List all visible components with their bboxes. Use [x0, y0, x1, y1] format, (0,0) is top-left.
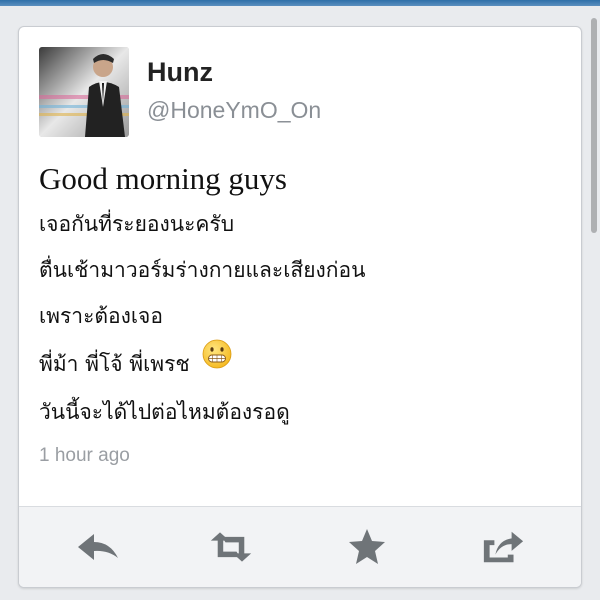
tweet-action-bar: [19, 506, 581, 587]
retweet-icon: [210, 532, 252, 562]
tweet-line: ตื่นเช้ามาวอร์มร่างกายและเสียงก่อน: [39, 258, 366, 282]
reply-button[interactable]: [76, 528, 120, 566]
avatar[interactable]: [39, 47, 129, 137]
tweet-timestamp[interactable]: 1 hour ago: [39, 445, 130, 467]
star-icon: [349, 529, 385, 564]
scrollbar[interactable]: [591, 18, 597, 233]
grinning-face-emoji: [202, 337, 232, 387]
favorite-button[interactable]: [345, 528, 389, 566]
retweet-button[interactable]: [209, 528, 253, 566]
top-status-strip: [0, 0, 600, 6]
tweet-line: พี่ม้า พี่โจ้ พี่เพรช: [39, 352, 190, 376]
tweet-line: Good morning guys: [39, 161, 287, 196]
tweet-card: Hunz @HoneYmO_On Good morning guys เจอกั…: [18, 26, 582, 588]
display-name[interactable]: Hunz: [147, 57, 213, 88]
share-button[interactable]: [481, 528, 525, 566]
share-icon: [483, 531, 524, 563]
tweet-line: เพราะต้องเจอ: [39, 304, 163, 328]
reply-icon: [78, 534, 118, 560]
avatar-image: [39, 47, 129, 137]
tweet-line-with-emoji: พี่ม้า พี่โจ้ พี่เพรช: [39, 339, 559, 389]
tweet-text: Good morning guys เจอกันที่ระยองนะครับ ต…: [39, 157, 559, 435]
tweet-header: Hunz @HoneYmO_On: [39, 47, 559, 137]
tweet-line: วันนี้จะได้ไปต่อไหมต้องรอดู: [39, 400, 290, 424]
tweet-line: เจอกันที่ระยองนะครับ: [39, 212, 235, 236]
user-handle[interactable]: @HoneYmO_On: [147, 97, 321, 124]
